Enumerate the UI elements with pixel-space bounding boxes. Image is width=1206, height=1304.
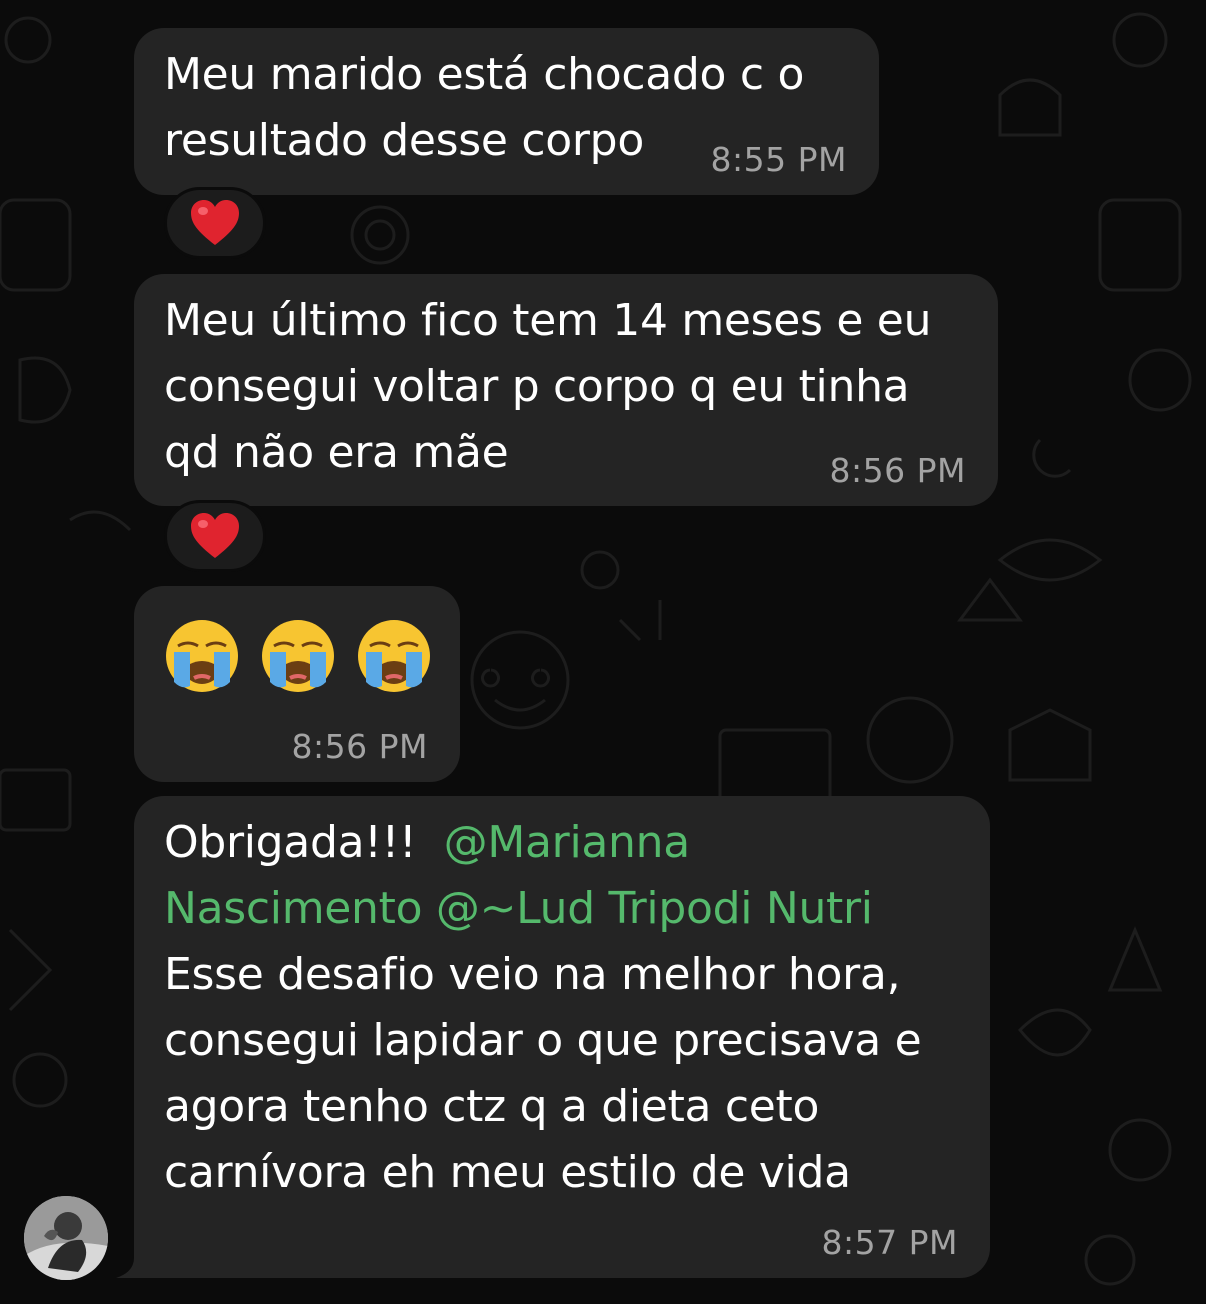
bubble-tail — [116, 1258, 140, 1278]
loudly-crying-face-icon — [358, 620, 430, 692]
mention-link[interactable]: @Marianna — [444, 817, 691, 868]
message-timestamp: 8:56 PM — [829, 451, 966, 490]
sender-avatar[interactable] — [24, 1196, 108, 1280]
message-text-line: Obrigada!!! @Marianna — [164, 810, 990, 876]
message-text-line: carnívora eh meu estilo de vida — [164, 1147, 851, 1198]
message-timestamp: 8:57 PM — [821, 1223, 958, 1262]
message-text-line: agora tenho ctz q a dieta ceto — [164, 1081, 820, 1132]
mention-link[interactable]: @~Lud Tripodi Nutri — [436, 883, 873, 934]
message-bubble-2[interactable]: Meu último fico tem 14 meses e eu conseg… — [134, 274, 998, 506]
heart-reaction-badge[interactable] — [164, 500, 266, 572]
message-text-line: Meu último fico tem 14 meses e eu — [164, 295, 932, 346]
message-bubble-3[interactable]: 8:56 PM — [134, 586, 460, 782]
message-text-line: consegui lapidar o que precisava e — [164, 1015, 922, 1066]
loudly-crying-face-icon — [166, 620, 238, 692]
avatar-photo — [24, 1196, 108, 1280]
message-text-line: Esse desafio veio na melhor hora, — [164, 949, 901, 1000]
message-text: Obrigada!!! — [164, 817, 444, 868]
message-bubble-4[interactable]: Obrigada!!! @Marianna Nascimento @~Lud T… — [134, 796, 990, 1278]
loudly-crying-face-icon — [262, 620, 334, 692]
message-bubble-1[interactable]: Meu marido está chocado c o resultado de… — [134, 28, 879, 195]
heart-icon — [191, 200, 239, 245]
emoji-row — [164, 618, 460, 694]
heart-icon — [191, 513, 239, 558]
mention-link[interactable]: Nascimento — [164, 883, 423, 934]
message-timestamp: 8:56 PM — [291, 727, 428, 766]
message-text-line: Meu marido está chocado c o — [164, 49, 805, 100]
message-timestamp: 8:55 PM — [710, 140, 847, 179]
heart-reaction-badge[interactable] — [164, 187, 266, 259]
message-text-line: Nascimento @~Lud Tripodi Nutri — [164, 876, 990, 942]
message-text-line: consegui voltar p corpo q eu tinha — [164, 361, 910, 412]
